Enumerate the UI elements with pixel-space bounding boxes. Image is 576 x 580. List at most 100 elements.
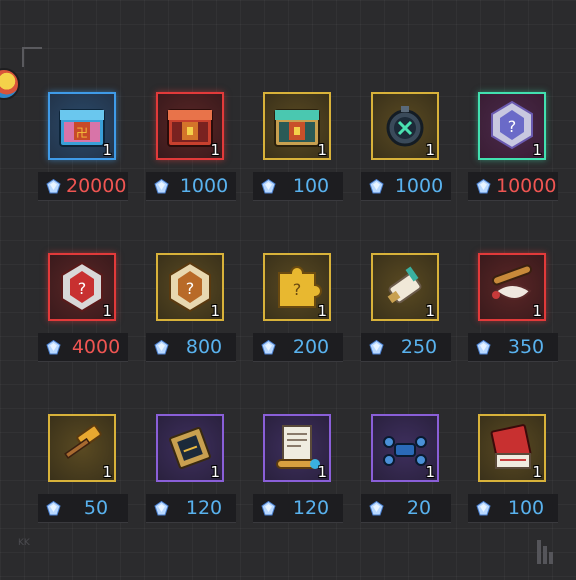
scroll-icon: [379, 261, 431, 313]
price-bar[interactable]: 800: [146, 333, 236, 362]
item-quantity: 1: [102, 141, 112, 159]
shop-item[interactable]: 1 120: [253, 414, 343, 524]
item-quantity: 1: [210, 302, 220, 320]
gem-currency-icon: [154, 339, 169, 355]
price-value: 50: [83, 497, 109, 519]
price-bar[interactable]: 50: [38, 494, 128, 523]
price-value: 1000: [394, 175, 444, 197]
rolled-scroll-icon: [486, 261, 538, 313]
gem-currency-icon: [369, 178, 384, 194]
item-quantity: 1: [425, 463, 435, 481]
item-frame[interactable]: 1: [478, 414, 546, 482]
price-value: 800: [185, 336, 223, 358]
item-frame[interactable]: ? 1: [48, 253, 116, 321]
drone-icon: [379, 422, 431, 474]
gold-mystery-puzzle-icon: ?: [271, 261, 323, 313]
item-frame[interactable]: 1: [263, 414, 331, 482]
price-bar[interactable]: 1000: [361, 172, 451, 201]
gem-currency-icon: [261, 339, 276, 355]
price-value: 20000: [66, 175, 127, 197]
price-bar[interactable]: 250: [361, 333, 451, 362]
red-treasure-chest-icon: [164, 100, 216, 152]
item-quantity: 1: [102, 302, 112, 320]
price-value: 1000: [179, 175, 229, 197]
svg-text:卍: 卍: [76, 126, 88, 140]
item-frame[interactable]: 卍1: [48, 92, 116, 160]
price-bar[interactable]: 100: [468, 494, 558, 523]
item-frame[interactable]: 1: [156, 414, 224, 482]
gem-currency-icon: [369, 500, 384, 516]
gem-currency-icon: [476, 500, 491, 516]
shop-item[interactable]: 1 100: [468, 414, 558, 524]
price-value: 20: [406, 497, 432, 519]
hammer-icon: [56, 422, 108, 474]
gem-currency-icon: [154, 500, 169, 516]
svg-text:?: ?: [186, 279, 195, 298]
item-quantity: 1: [425, 302, 435, 320]
item-frame[interactable]: 1: [371, 414, 439, 482]
shop-item[interactable]: 卍 1 20000: [38, 92, 128, 202]
price-bar[interactable]: 20000: [38, 172, 128, 201]
gold-treasure-chest-icon: [271, 100, 323, 152]
item-quantity: 1: [210, 463, 220, 481]
price-bar[interactable]: 100: [253, 172, 343, 201]
item-quantity: 1: [317, 302, 327, 320]
mystery-emblem-icon: ?: [486, 100, 538, 152]
price-bar[interactable]: 10000: [468, 172, 558, 201]
item-frame[interactable]: 1: [156, 92, 224, 160]
price-value: 350: [507, 336, 545, 358]
price-bar[interactable]: 20: [361, 494, 451, 523]
blueprint-card-icon: [164, 422, 216, 474]
item-quantity: 1: [317, 463, 327, 481]
item-quantity: 1: [532, 302, 542, 320]
shop-item[interactable]: 1 100: [253, 92, 343, 202]
shop-item[interactable]: 1 1000: [146, 92, 236, 202]
item-frame[interactable]: 1: [371, 253, 439, 321]
price-bar[interactable]: 120: [146, 494, 236, 523]
stack-icon: [537, 540, 553, 564]
item-frame[interactable]: 1: [371, 92, 439, 160]
item-frame[interactable]: 1: [263, 92, 331, 160]
gem-currency-icon: [369, 339, 384, 355]
gem-currency-icon: [46, 178, 61, 194]
item-quantity: 1: [210, 141, 220, 159]
price-bar[interactable]: 1000: [146, 172, 236, 201]
shop-item[interactable]: 1 20: [361, 414, 451, 524]
shop-item[interactable]: ? 1 10000: [468, 92, 558, 202]
shop-item[interactable]: 1 50: [38, 414, 128, 524]
gem-currency-icon: [476, 339, 491, 355]
shop-item[interactable]: ? 1 800: [146, 253, 236, 363]
price-value: 100: [507, 497, 545, 519]
footer-mark: KK: [18, 538, 30, 548]
shop-item[interactable]: 1 350: [468, 253, 558, 363]
item-frame[interactable]: ? 1: [263, 253, 331, 321]
shop-item[interactable]: 1 1000: [361, 92, 451, 202]
item-quantity: 1: [102, 463, 112, 481]
shop-item[interactable]: ? 1 200: [253, 253, 343, 363]
price-value: 120: [185, 497, 223, 519]
price-value: 200: [292, 336, 330, 358]
item-frame[interactable]: 1: [478, 253, 546, 321]
red-book-icon: [486, 422, 538, 474]
gem-currency-icon: [46, 339, 61, 355]
item-frame[interactable]: 1: [48, 414, 116, 482]
shop-item[interactable]: 1 250: [361, 253, 451, 363]
shop-item[interactable]: ? 1 4000: [38, 253, 128, 363]
gem-currency-icon: [261, 500, 276, 516]
price-bar[interactable]: 200: [253, 333, 343, 362]
item-quantity: 1: [532, 141, 542, 159]
red-mystery-badge-icon: ?: [56, 261, 108, 313]
price-bar[interactable]: 120: [253, 494, 343, 523]
gem-currency-icon: [261, 178, 276, 194]
price-value: 100: [292, 175, 330, 197]
gem-currency-icon: [46, 500, 61, 516]
item-frame[interactable]: ? 1: [156, 253, 224, 321]
price-value: 120: [292, 497, 330, 519]
gem-currency-icon: [154, 178, 169, 194]
price-bar[interactable]: 4000: [38, 333, 128, 362]
price-value: 250: [400, 336, 438, 358]
item-frame[interactable]: ? 1: [478, 92, 546, 160]
svg-text:?: ?: [293, 280, 302, 299]
price-bar[interactable]: 350: [468, 333, 558, 362]
shop-item[interactable]: 1 120: [146, 414, 236, 524]
